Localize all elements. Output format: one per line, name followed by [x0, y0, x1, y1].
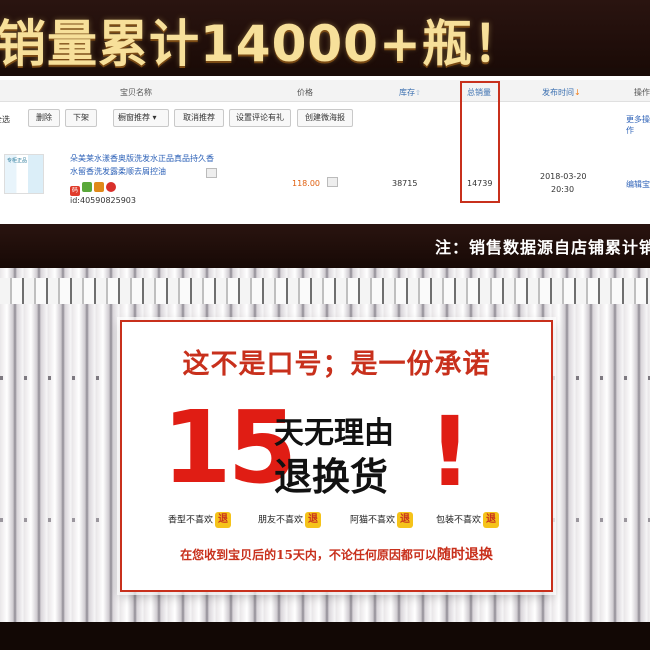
price-value: 118.00	[292, 179, 320, 188]
footer-main-text: 在您收到宝贝后的15天内，不论任何原因都可以	[180, 548, 437, 562]
product-badges: 码	[70, 182, 118, 196]
reason-text: 朋友不喜欢	[258, 515, 304, 526]
header-price[interactable]: 价格	[297, 87, 313, 98]
delist-button[interactable]: 下架	[65, 109, 97, 127]
notice-bar: 注：销售数据源自店铺累计销	[0, 224, 650, 268]
more-actions-link[interactable]: 更多操作	[626, 114, 650, 136]
promise-card: 这不是口号；是一份承诺 15 天无理由 退换货 ! 香型不喜欢退 朋友不喜欢退 …	[120, 320, 553, 592]
edit-price-icon[interactable]	[327, 177, 338, 187]
header-publish-label: 发布时间	[542, 88, 574, 97]
stock-value: 38715	[392, 179, 418, 188]
dropdown-caret-icon: ▾	[152, 113, 157, 122]
sales-headline: 销量累计14000+瓶！	[0, 15, 524, 68]
refund-line2: 退换货	[274, 454, 389, 499]
table-toolbar: 全选 删除 下架 橱窗推荐 ▾ 取消推荐 设置评论有礼 创建微海报 更多操作	[0, 109, 650, 135]
create-poster-button[interactable]: 创建微海报	[297, 109, 353, 127]
refund-badge: 退	[397, 512, 414, 528]
refund-reasons: 香型不喜欢退 朋友不喜欢退 阿猫不喜欢退 包装不喜欢退	[168, 512, 528, 532]
promise-slogan: 这不是口号；是一份承诺	[182, 349, 491, 380]
recommend-label: 橱窗推荐	[118, 113, 150, 122]
refund-badge: 退	[483, 512, 500, 528]
cancel-recommend-button[interactable]: 取消推荐	[174, 109, 224, 127]
gift-badge-icon	[94, 182, 104, 192]
code-badge-icon: 码	[70, 186, 80, 196]
sort-desc-icon: ↓	[574, 88, 581, 97]
thumbnail-label: 专柜正品	[7, 158, 28, 164]
header-stock[interactable]: 库存⇧	[399, 87, 421, 98]
publish-date: 2018-03-20	[540, 172, 587, 181]
header-ops: 操作	[634, 88, 650, 97]
footer-emphasis: 随时退换	[436, 547, 493, 563]
table-row: 专柜正品 朵美莱水漾香奥版洗发水正品真品持久香 水留香洗发露柔顺去屑控油 码 i…	[0, 146, 650, 221]
refund-badge: 退	[215, 512, 232, 528]
table-header: 宝贝名称 价格 库存⇧ 总销量 发布时间↓ 操作	[0, 80, 650, 102]
sort-icon: ⇧	[415, 89, 421, 97]
bottle-caps	[0, 278, 650, 304]
header-stock-label: 库存	[399, 88, 415, 97]
recommend-dropdown[interactable]: 橱窗推荐 ▾	[113, 109, 169, 127]
sales-highlight-box	[460, 81, 500, 203]
header-name[interactable]: 宝贝名称	[120, 87, 152, 98]
refund-badge: 退	[305, 512, 322, 528]
reason-text: 阿猫不喜欢	[350, 515, 396, 526]
service-badge-icon	[82, 182, 92, 192]
set-reviews-button[interactable]: 设置评论有礼	[229, 109, 291, 127]
bottom-bar	[0, 622, 650, 650]
exclamation-mark: !	[428, 396, 472, 508]
edit-product-link[interactable]: 编辑宝	[626, 179, 650, 190]
backend-screenshot-panel: 宝贝名称 价格 库存⇧ 总销量 发布时间↓ 操作 全选 删除 下架 橱窗推荐 ▾…	[0, 76, 650, 224]
top-banner: 销量累计14000+瓶！	[0, 0, 650, 68]
edit-title-icon[interactable]	[206, 168, 217, 178]
reason-text: 包装不喜欢	[436, 515, 482, 526]
reason-item: 阿猫不喜欢退	[350, 512, 414, 528]
notice-text: 注：销售数据源自店铺累计销	[434, 238, 650, 257]
delete-button[interactable]: 删除	[28, 109, 60, 127]
select-all-checkbox[interactable]: 全选	[0, 114, 10, 125]
reason-item: 香型不喜欢退	[168, 512, 232, 528]
header-publish[interactable]: 发布时间↓	[542, 87, 581, 98]
product-thumbnail[interactable]: 专柜正品	[4, 154, 44, 194]
promise-footer: 在您收到宝贝后的15天内，不论任何原因都可以随时退换	[122, 544, 551, 564]
product-id: id:40590825903	[70, 196, 136, 205]
reason-item: 朋友不喜欢退	[258, 512, 322, 528]
publish-time: 20:30	[551, 185, 575, 194]
reason-text: 香型不喜欢	[168, 515, 214, 526]
reason-item: 包装不喜欢退	[436, 512, 500, 528]
heart-badge-icon	[106, 182, 116, 192]
product-title-line1: 朵美莱水漾香奥版洗发水正品真品持久香	[70, 154, 214, 163]
